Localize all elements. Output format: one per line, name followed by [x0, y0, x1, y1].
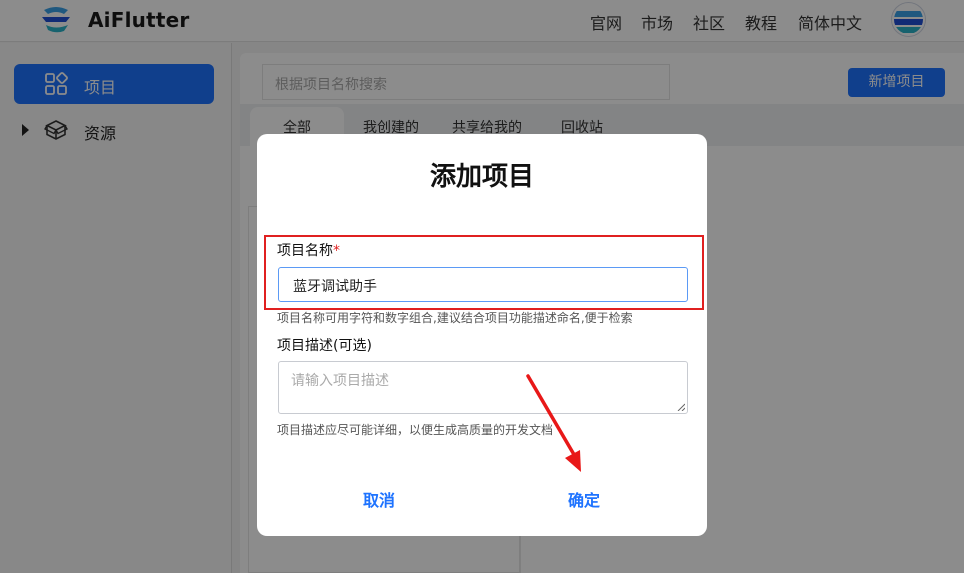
add-project-dialog: 添加项目 项目名称* 蓝牙调试助手 项目名称可用字符和数字组合,建议结合项目功能…: [257, 134, 707, 536]
resize-grip-icon[interactable]: [677, 403, 685, 411]
confirm-button[interactable]: 确定: [568, 487, 600, 511]
project-description-textarea[interactable]: 请输入项目描述: [278, 361, 688, 414]
annotation-arrow-icon: [526, 374, 581, 472]
required-mark: *: [333, 243, 340, 259]
project-name-input[interactable]: 蓝牙调试助手: [278, 267, 688, 302]
project-name-hint: 项目名称可用字符和数字组合,建议结合项目功能描述命名,便于检索: [277, 311, 633, 325]
cancel-button[interactable]: 取消: [363, 487, 395, 511]
project-description-hint: 项目描述应尽可能详细，以便生成高质量的开发文档: [277, 423, 554, 437]
project-description-label: 项目描述(可选): [277, 338, 372, 354]
project-name-label-text: 项目名称: [277, 243, 333, 259]
dialog-title: 添加项目: [429, 162, 534, 192]
description-placeholder: 请输入项目描述: [291, 373, 389, 389]
project-name-label: 项目名称*: [277, 240, 340, 260]
